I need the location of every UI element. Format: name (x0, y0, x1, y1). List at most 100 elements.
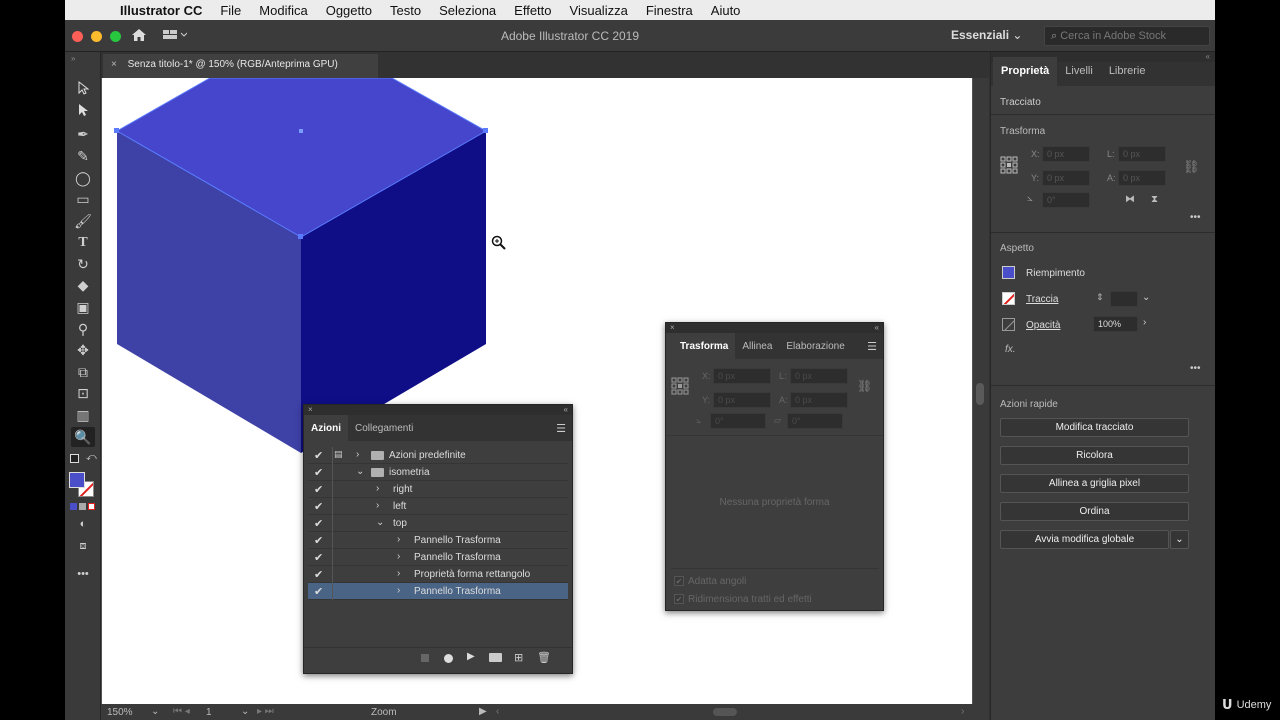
fx-icon[interactable]: fx. (1005, 344, 1016, 355)
modifica-tracciato-button[interactable]: Modifica tracciato (1000, 418, 1189, 437)
list-item[interactable]: ✔ ⌄ isometria (308, 464, 568, 481)
stroke-weight-field[interactable] (1110, 291, 1138, 307)
more-transform-options-icon[interactable]: ••• (1190, 212, 1201, 223)
check-icon[interactable]: ✔ (314, 551, 326, 564)
pen-tool-icon[interactable]: ✒ (71, 124, 95, 144)
collapse-panel-icon[interactable]: » (71, 54, 75, 63)
adatta-angoli-checkbox[interactable]: ✔ (674, 576, 684, 586)
document-tab[interactable]: × Senza titolo-1* @ 150% (RGB/Anteprima … (103, 54, 378, 78)
opacity-expand-icon[interactable]: › (1143, 317, 1146, 328)
menu-seleziona[interactable]: Seleziona (430, 3, 505, 18)
record-icon[interactable] (444, 654, 453, 663)
eyedropper-tool-icon[interactable]: ⚲ (71, 319, 95, 339)
check-icon[interactable]: ✔ (314, 568, 326, 581)
y-field[interactable]: 0 px (713, 392, 771, 408)
draw-mode-icon[interactable]: ◐ (71, 514, 95, 534)
vertical-scrollbar[interactable] (973, 78, 989, 704)
reference-point-icon[interactable] (1000, 156, 1018, 177)
shear-field[interactable]: 0° (787, 413, 843, 429)
anchor-point[interactable] (298, 234, 303, 239)
stroke-weight-stepper-icon[interactable]: ⇕ (1096, 292, 1104, 303)
list-item[interactable]: ✔ › Proprietà forma rettangolo (308, 566, 568, 583)
check-icon[interactable]: ✔ (314, 500, 326, 513)
trash-icon[interactable]: 🗑 (537, 651, 551, 664)
stroke-swatch[interactable] (1002, 292, 1015, 305)
list-item[interactable]: ✔ › left (308, 498, 568, 515)
tab-trasforma[interactable]: Trasforma (666, 333, 736, 359)
anchor-point[interactable] (483, 128, 488, 133)
tab-azioni[interactable]: Azioni (304, 415, 348, 441)
artboard-number-field[interactable]: 1 (206, 707, 212, 718)
x-field[interactable]: 0 px (713, 368, 771, 384)
check-icon[interactable]: ✔ (314, 534, 326, 547)
last-artboard-icon[interactable]: ▸ ⏭ (257, 706, 274, 717)
stroke-weight-dropdown-icon[interactable]: ⌄ (1142, 292, 1150, 303)
check-icon[interactable]: ✔ (314, 483, 326, 496)
edit-toolbar-icon[interactable]: ••• (71, 564, 95, 584)
constrain-proportions-icon[interactable]: ⛓ (857, 379, 872, 393)
scroll-thumb[interactable] (976, 383, 984, 405)
selection-tool-icon[interactable] (71, 80, 95, 100)
chevron-right-icon[interactable]: › (397, 585, 400, 596)
rotate-tool-icon[interactable]: ↻ (71, 254, 95, 274)
stop-icon[interactable] (421, 654, 429, 662)
new-set-folder-icon[interactable] (489, 653, 502, 662)
artboard-dropdown-icon[interactable]: ⌄ (241, 706, 249, 717)
arrange-documents-icon[interactable] (163, 28, 188, 44)
close-panel-icon[interactable]: × (308, 405, 313, 414)
zoom-dropdown-icon[interactable]: ⌄ (151, 706, 159, 717)
default-colors-icon[interactable] (70, 454, 79, 463)
fill-color-swatch[interactable] (69, 472, 85, 488)
menu-effetto[interactable]: Effetto (505, 3, 560, 18)
check-icon[interactable]: ✔ (314, 466, 326, 479)
menu-aiuto[interactable]: Aiuto (702, 3, 750, 18)
gradient-tool-icon[interactable]: ▣ (71, 297, 95, 317)
flip-horizontal-icon[interactable]: ⧓ (1125, 194, 1135, 205)
panel-menu-icon[interactable]: ☰ (556, 422, 566, 435)
opacity-label[interactable]: Opacità (1026, 320, 1060, 331)
menu-modifica[interactable]: Modifica (250, 3, 316, 18)
swap-colors-icon[interactable]: ⤺ (86, 452, 97, 463)
workspace-switcher[interactable]: Essenziali ⌄ (951, 28, 1022, 42)
y-field[interactable]: 0 px (1042, 170, 1090, 186)
ellipse-tool-icon[interactable]: ◯ (71, 168, 95, 188)
chevron-right-icon[interactable]: › (397, 568, 400, 579)
status-menu-icon[interactable]: ▶ (479, 706, 487, 717)
zoom-level-field[interactable]: 150% (107, 707, 133, 718)
eraser-tool-icon[interactable]: ◆ (71, 275, 95, 295)
actions-panel-header[interactable]: × « (304, 405, 572, 415)
graph-tool-icon[interactable]: ▥ (71, 405, 95, 425)
check-icon[interactable]: ✔ (314, 585, 326, 598)
collapse-panel-icon[interactable]: « (564, 405, 568, 414)
direct-selection-tool-icon[interactable] (71, 102, 95, 122)
transform-panel-header[interactable]: × « (666, 323, 883, 333)
artboard-tool-icon[interactable]: ⊡ (71, 383, 95, 403)
check-icon[interactable]: ✔ (314, 517, 326, 530)
menu-file[interactable]: File (211, 3, 250, 18)
list-item[interactable]: ✔ ▤ › Azioni predefinite (308, 447, 568, 464)
opacity-icon[interactable] (1002, 318, 1015, 331)
screen-mode-icon[interactable]: ⧈ (71, 536, 95, 556)
tab-livelli[interactable]: Livelli (1057, 57, 1101, 86)
chevron-right-icon[interactable]: › (376, 483, 379, 494)
list-item[interactable]: ✔ › Pannello Trasforma (308, 532, 568, 549)
tab-proprieta[interactable]: Proprietà (993, 57, 1058, 86)
reference-point-icon[interactable] (671, 377, 689, 398)
opacity-field[interactable]: 100% (1093, 316, 1138, 332)
chevron-down-icon[interactable]: ⌄ (356, 466, 364, 477)
menu-testo[interactable]: Testo (381, 3, 430, 18)
shape-builder-tool-icon[interactable]: ⧉ (71, 362, 95, 382)
x-field[interactable]: 0 px (1042, 146, 1090, 162)
dialog-toggle-icon[interactable]: ▤ (334, 449, 346, 460)
minimize-window-button[interactable] (91, 31, 102, 42)
fill-swatch[interactable] (1002, 266, 1015, 279)
zoom-tool-icon[interactable]: 🔍 (71, 427, 95, 447)
panel-menu-icon[interactable]: ☰ (867, 340, 877, 353)
tab-elaborazione[interactable]: Elaborazione (779, 333, 851, 359)
chevron-right-icon[interactable]: › (376, 500, 379, 511)
more-appearance-options-icon[interactable]: ••• (1190, 363, 1201, 374)
scroll-right-icon[interactable]: › (961, 706, 964, 717)
avvia-modifica-globale-button[interactable]: Avvia modifica globale (1000, 530, 1169, 549)
rotate-field[interactable]: 0° (1042, 192, 1090, 208)
constrain-proportions-icon[interactable]: ⛓ (1183, 159, 1200, 175)
